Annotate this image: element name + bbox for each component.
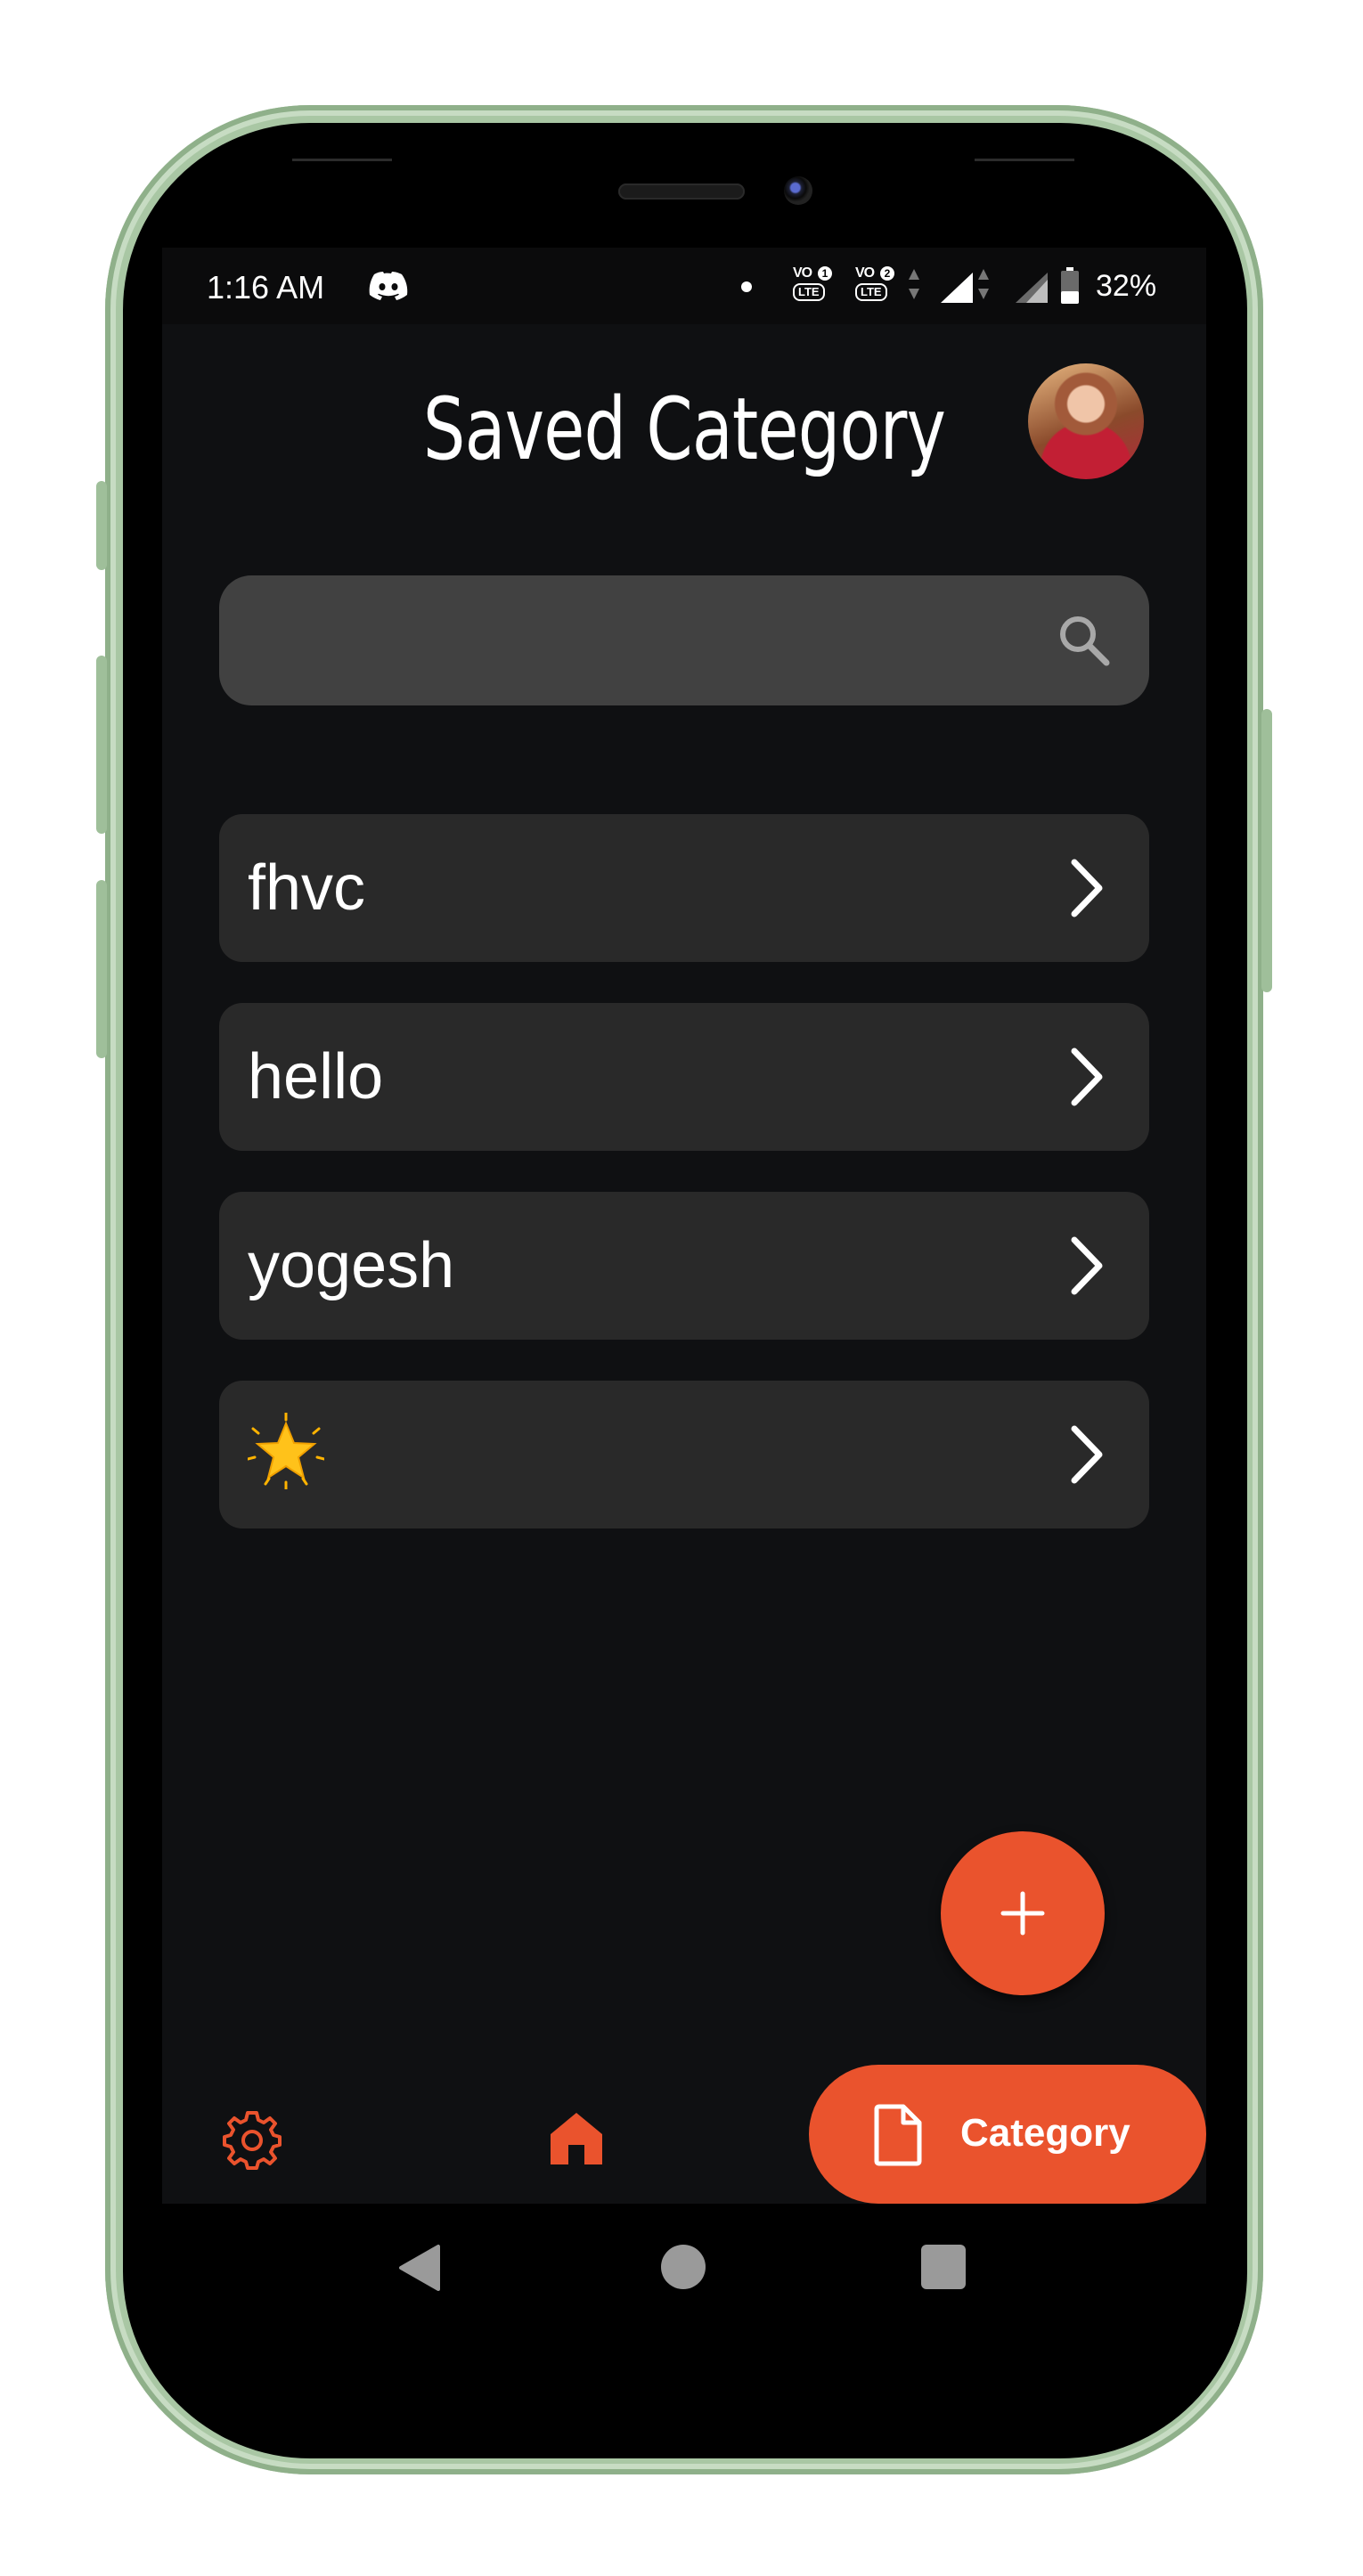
recents-square-icon[interactable] [921, 2245, 966, 2289]
chevron-right-icon [1071, 1048, 1103, 1106]
bottom-navigation: Category [162, 2065, 1206, 2204]
volte-badge-1: VO 1 LTE [788, 265, 841, 306]
phone-side-button [96, 880, 107, 1058]
phone-side-button [96, 481, 107, 570]
search-icon[interactable] [1057, 613, 1112, 668]
bezel-line [292, 159, 392, 161]
list-item[interactable]: hello [219, 1003, 1149, 1151]
list-item-label: hello [248, 1041, 384, 1113]
signal-strength-icon [941, 273, 973, 303]
list-item-label: yogesh [248, 1230, 455, 1301]
system-navigation-bar [162, 2204, 1206, 2332]
list-item-label: 🌟 [248, 1413, 324, 1510]
nav-category-label: Category [960, 2111, 1130, 2155]
data-activity-icon [978, 269, 989, 299]
discord-icon [369, 272, 408, 300]
list-item[interactable]: fhvc [219, 814, 1149, 962]
nav-category-button[interactable]: Category [809, 2065, 1206, 2204]
front-camera [784, 176, 812, 205]
search-input[interactable] [251, 575, 1057, 707]
signal-strength-icon [1016, 273, 1048, 303]
document-icon [874, 2104, 922, 2166]
status-bar: 1:16 AM VO 1 LTE VO 2 LTE 32% [162, 248, 1206, 324]
battery-percent: 32% [1096, 269, 1157, 303]
earpiece-speaker [618, 183, 745, 200]
phone-power-button [1261, 709, 1272, 992]
bezel-line [975, 159, 1074, 161]
list-item[interactable]: 🌟 [219, 1381, 1149, 1528]
glowing-star-icon [248, 1413, 324, 1489]
plus-icon [1000, 1891, 1045, 1936]
notification-dot [741, 281, 752, 292]
list-item[interactable]: yogesh [219, 1192, 1149, 1340]
chevron-right-icon [1071, 1425, 1103, 1484]
page-title: Saved Category [422, 379, 946, 479]
data-activity-icon [909, 269, 919, 299]
home-icon[interactable] [547, 2109, 606, 2168]
list-item-label: fhvc [248, 852, 366, 924]
volte-badge-2: VO 2 LTE [850, 265, 903, 306]
back-triangle-icon[interactable] [396, 2243, 440, 2293]
battery-icon [1061, 267, 1079, 304]
chevron-right-icon [1071, 1236, 1103, 1295]
settings-gear-icon[interactable] [221, 2109, 283, 2172]
category-list: fhvc hello yogesh 🌟 [219, 814, 1149, 1569]
phone-side-button [96, 656, 107, 834]
chevron-right-icon [1071, 859, 1103, 917]
avatar[interactable] [1028, 363, 1144, 479]
home-circle-icon[interactable] [661, 2245, 706, 2289]
add-category-button[interactable] [941, 1831, 1105, 1995]
search-bar[interactable] [219, 575, 1149, 707]
status-time: 1:16 AM [207, 269, 325, 306]
app-screen: 1:16 AM VO 1 LTE VO 2 LTE 32% Saved Cate… [162, 248, 1206, 2204]
